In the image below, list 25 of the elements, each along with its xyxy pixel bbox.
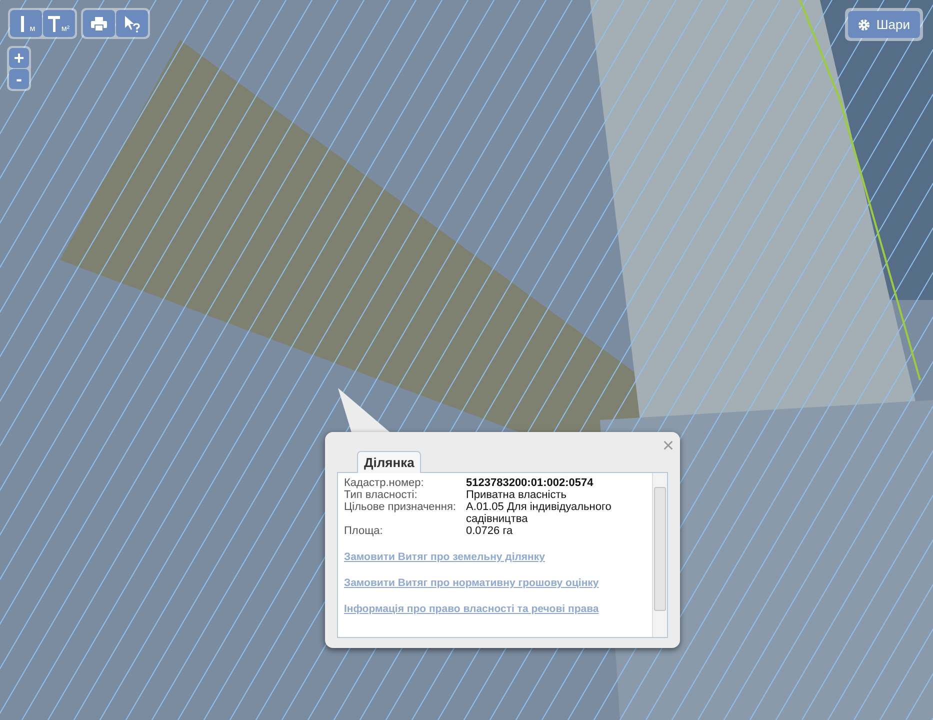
field-value: Приватна власність: [466, 489, 568, 501]
measure-button[interactable]: м²: [43, 10, 75, 37]
identify-button[interactable]: [116, 10, 148, 37]
link[interactable]: Замовити Витяг про земельну ділянку: [344, 551, 646, 563]
field-value: А.01.05 Для індивідуального садівництва: [466, 501, 612, 525]
close-button[interactable]: ×: [662, 436, 674, 456]
layers-button[interactable]: Шари: [848, 11, 920, 38]
field-value: 5123783200:01:002:0574: [466, 477, 594, 489]
field-label: Цільове призначення:: [344, 501, 457, 515]
print-button[interactable]: [83, 10, 115, 37]
field-label: Тип власності:: [344, 489, 418, 501]
zoom-out-button[interactable]: -: [9, 69, 29, 89]
measure-button[interactable]: м: [10, 10, 42, 37]
printer-icon: [91, 16, 107, 30]
field-label: Кадастр.номер:: [344, 477, 425, 489]
scrollbar[interactable]: [652, 473, 667, 637]
link[interactable]: Замовити Витяг про нормативну грошову оцінку: [344, 577, 646, 589]
link[interactable]: Інформація про право власності та речові права: [344, 603, 646, 615]
cursor-question-icon: [123, 14, 141, 32]
t-bar-icon: [48, 14, 60, 32]
popup-tab[interactable]: Ділянка: [357, 451, 422, 473]
gear-icon: [858, 18, 870, 30]
field-label: Площа:: [344, 525, 384, 537]
field-value: 0.0726 га: [466, 525, 514, 537]
zoom-in-button[interactable]: +: [9, 48, 29, 68]
